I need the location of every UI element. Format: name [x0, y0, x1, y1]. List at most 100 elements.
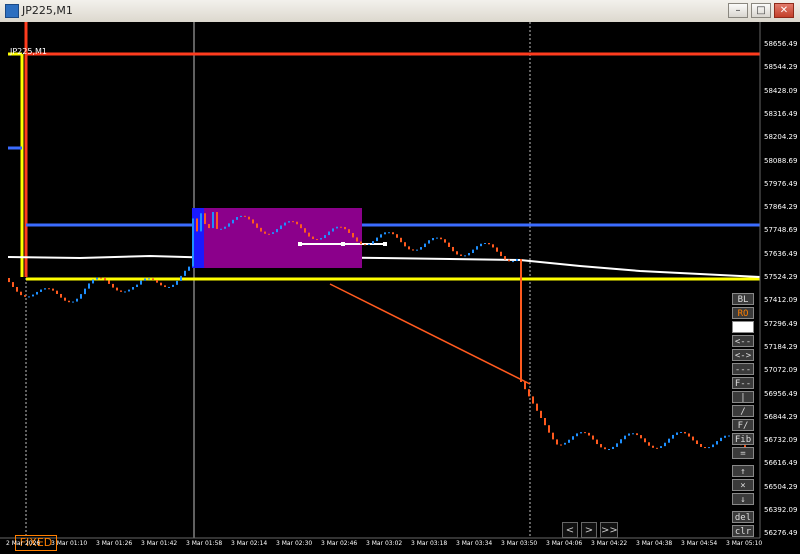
- candle: [620, 439, 622, 444]
- candle: [696, 440, 698, 445]
- candle: [548, 425, 550, 433]
- time-label: 3 Mar 03:02: [366, 540, 403, 547]
- candle: [24, 295, 26, 297]
- candle: [604, 447, 606, 450]
- candle: [296, 221, 298, 225]
- time-label: 3 Mar 04:38: [636, 540, 673, 547]
- candle: [224, 226, 226, 229]
- candle: [688, 433, 690, 437]
- tool-blank-button[interactable]: [732, 321, 754, 333]
- tool-bl-button[interactable]: BL: [732, 293, 754, 305]
- candle: [556, 439, 558, 445]
- candle: [72, 301, 74, 303]
- tool-x-button[interactable]: ×: [732, 479, 754, 491]
- tool-ro-button[interactable]: RO: [732, 307, 754, 319]
- price-label: 58316.49: [764, 109, 798, 118]
- tool-pipe-button[interactable]: |: [732, 391, 754, 403]
- nav-end-button[interactable]: >>: [600, 522, 618, 538]
- candle: [204, 213, 206, 225]
- chart-area[interactable]: JP225,M1 FIXED 58656.49 58544.29 58428.09 5…: [0, 22, 800, 554]
- tool-arrow-both-button[interactable]: <->: [732, 349, 754, 361]
- candle: [600, 444, 602, 448]
- candle: [268, 233, 270, 235]
- candle: [216, 212, 218, 229]
- price-label: 58656.49: [764, 40, 798, 48]
- candle: [336, 226, 338, 229]
- candle: [168, 286, 170, 288]
- candle: [728, 435, 730, 437]
- candle: [540, 410, 542, 418]
- time-label: 3 Mar 03:34: [456, 540, 493, 547]
- time-label: 3 Mar 02:14: [231, 540, 268, 547]
- candle: [676, 432, 678, 435]
- tool-fib-button[interactable]: Fib: [732, 433, 754, 445]
- price-label: 57184.29: [764, 342, 798, 351]
- candle: [284, 222, 286, 226]
- candle: [376, 237, 378, 242]
- candle: [492, 244, 494, 248]
- candle: [632, 433, 634, 435]
- time-label: 2 Mar 2026: [6, 540, 41, 547]
- candle: [636, 433, 638, 436]
- tool-dash-button[interactable]: ---: [732, 363, 754, 375]
- candle: [472, 249, 474, 254]
- price-label: 57296.49: [764, 319, 798, 328]
- candle: [40, 289, 42, 292]
- price-label: 58088.69: [764, 156, 798, 165]
- tool-up-button[interactable]: ↑: [732, 465, 754, 477]
- candle: [152, 278, 154, 281]
- candle: [348, 229, 350, 233]
- candle: [260, 227, 262, 232]
- tool-equal-button[interactable]: =: [732, 447, 754, 459]
- candle: [108, 280, 110, 284]
- candle: [508, 259, 510, 262]
- candle: [584, 432, 586, 434]
- tool-down-button[interactable]: ↓: [732, 493, 754, 505]
- tool-del-button[interactable]: del: [732, 511, 754, 523]
- candle: [496, 247, 498, 252]
- candle: [140, 280, 142, 285]
- candle: [252, 219, 254, 224]
- candle: [464, 255, 466, 257]
- close-button[interactable]: ✕: [774, 3, 794, 18]
- nav-next-button[interactable]: >: [581, 522, 597, 538]
- time-label: 3 Mar 01:26: [96, 540, 133, 547]
- candle: [20, 291, 22, 296]
- candle: [708, 447, 710, 449]
- candle: [36, 291, 38, 295]
- candle: [480, 243, 482, 247]
- price-chart[interactable]: [0, 22, 800, 554]
- chart-background: [0, 22, 800, 554]
- window-title: JP225,M1: [22, 4, 73, 17]
- candle: [612, 446, 614, 450]
- measure-handle-mid: [341, 242, 345, 246]
- tool-arrow-left-button[interactable]: <--: [732, 335, 754, 347]
- candle: [400, 237, 402, 243]
- candle: [512, 261, 514, 263]
- time-label: 3 Mar 01:42: [141, 540, 178, 547]
- candle: [592, 435, 594, 440]
- tool-f-dash-button[interactable]: F--: [732, 377, 754, 389]
- candle: [76, 298, 78, 302]
- tool-f-slash-button[interactable]: F/: [732, 419, 754, 431]
- nav-prev-button[interactable]: <: [562, 522, 578, 538]
- time-label: 3 Mar 04:54: [681, 540, 718, 547]
- candle: [692, 436, 694, 441]
- price-label: 56276.49: [764, 529, 798, 538]
- maximize-button[interactable]: □: [751, 3, 771, 18]
- candle: [148, 278, 150, 280]
- tool-clr-button[interactable]: clr: [732, 525, 754, 537]
- candle: [64, 297, 66, 301]
- price-label: 56616.49: [764, 459, 798, 468]
- candle: [468, 253, 470, 256]
- candle: [92, 279, 94, 284]
- minimize-button[interactable]: –: [728, 3, 748, 18]
- candle: [656, 447, 658, 449]
- candle: [640, 435, 642, 439]
- candle: [664, 442, 666, 447]
- candle: [244, 215, 246, 217]
- time-label: 3 Mar 02:30: [276, 540, 313, 547]
- candle: [88, 283, 90, 289]
- candle: [660, 446, 662, 448]
- tool-slash-button[interactable]: /: [732, 405, 754, 417]
